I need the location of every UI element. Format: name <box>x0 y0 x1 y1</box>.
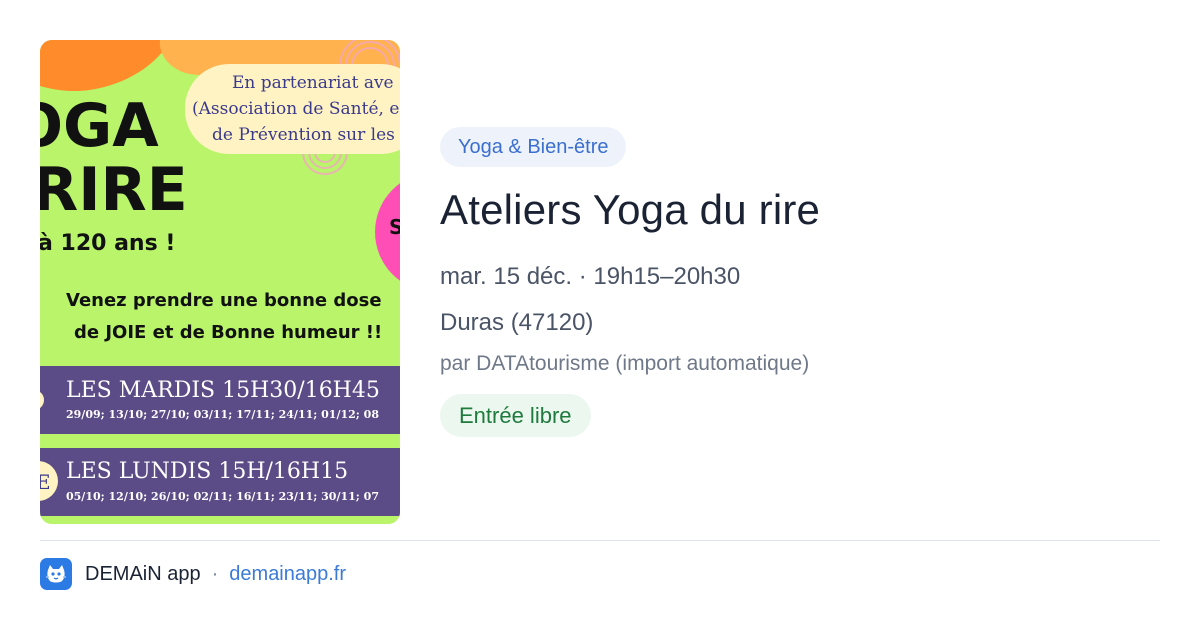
session-1-dates: 29/09; 13/10; 27/10; 03/11; 17/11; 24/11… <box>66 408 379 421</box>
poster-headline-2: RIRE <box>40 155 188 225</box>
footer: DEMAiN app · demainapp.fr <box>40 558 346 590</box>
poster-age-line: à 120 ans ! <box>40 231 175 256</box>
poster-tagline-2: de JOIE et de Bonne humeur !! <box>74 322 382 343</box>
event-poster: En partenariat ave (Association de Santé… <box>40 40 400 524</box>
app-domain-link[interactable]: demainapp.fr <box>229 563 346 586</box>
poster-headline-1: OGA <box>40 91 159 161</box>
price-badge: Entrée libre <box>440 394 591 437</box>
event-datetime: mar. 15 déc. · 19h15–20h30 <box>440 263 741 290</box>
poster-tagline-1: Venez prendre une bonne dose <box>66 290 382 311</box>
session-2-dates: 05/10; 12/10; 26/10; 02/11; 16/11; 23/11… <box>66 490 379 503</box>
demain-app-icon <box>40 558 72 590</box>
session-1-title: LES MARDIS 15H30/16H45 <box>66 378 380 403</box>
event-title[interactable]: Ateliers Yoga du rire <box>440 186 820 234</box>
app-name: DEMAiN app <box>85 562 201 585</box>
pink-circle-letter: S <box>389 215 400 239</box>
bullet-letter: E <box>40 470 51 494</box>
event-image[interactable]: En partenariat ave (Association de Santé… <box>40 40 400 524</box>
partnership-line-3: de Prévention sur les <box>212 125 395 145</box>
footer-divider <box>40 540 1160 541</box>
footer-separator: · <box>211 562 219 585</box>
category-tag[interactable]: Yoga & Bien-être <box>440 127 627 167</box>
partnership-line-1: En partenariat ave <box>232 73 394 93</box>
session-2-title: LES LUNDIS 15H/16H15 <box>66 459 348 484</box>
event-source: par DATAtourisme (import automatique) <box>440 352 810 375</box>
partnership-line-2: (Association de Santé, e <box>192 99 399 119</box>
event-location: Duras (47120) <box>440 309 594 336</box>
